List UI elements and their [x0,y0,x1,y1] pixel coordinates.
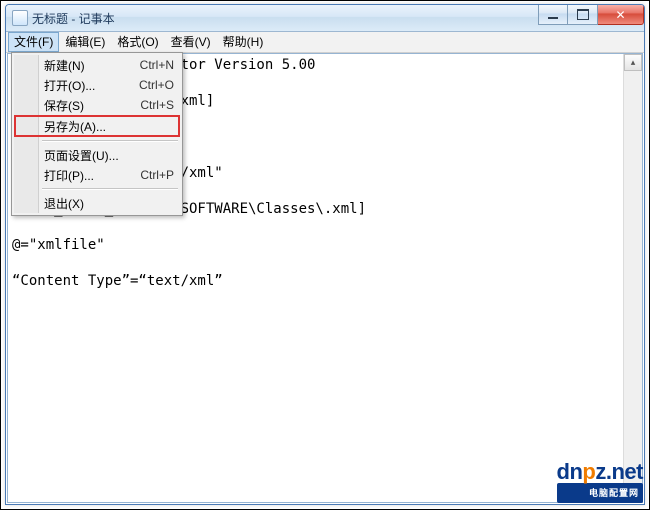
window-controls: ✕ [538,5,644,25]
menu-item-accel: Ctrl+S [140,98,174,112]
menu-item-open[interactable]: 打开(O)... Ctrl+O [14,75,180,95]
menu-view[interactable]: 查看(V) [165,32,217,52]
notepad-icon [12,10,28,26]
file-menu-dropdown: 新建(N) Ctrl+N 打开(O)... Ctrl+O 保存(S) Ctrl+… [11,52,183,216]
vertical-scrollbar[interactable]: ▴ ▾ [623,54,642,502]
scroll-down-arrow[interactable]: ▾ [624,485,642,502]
menu-item-page-setup[interactable]: 页面设置(U)... [14,145,180,165]
notepad-window: 无标题 - 记事本 ✕ 文件(F) 编辑(E) 格式(O) 查看(V) 帮助(H… [5,4,645,505]
minimize-button[interactable] [538,5,568,25]
menu-help[interactable]: 帮助(H) [217,32,270,52]
menu-item-accel: Ctrl+P [140,168,174,182]
close-button[interactable]: ✕ [598,5,644,25]
menu-item-label: 页面设置(U)... [44,147,174,164]
menu-item-print[interactable]: 打印(P)... Ctrl+P [14,165,180,185]
menu-item-label: 另存为(A)... [44,118,172,135]
menu-item-exit[interactable]: 退出(X) [14,193,180,213]
screenshot-frame: 无标题 - 记事本 ✕ 文件(F) 编辑(E) 格式(O) 查看(V) 帮助(H… [0,0,650,510]
menu-item-label: 新建(N) [44,57,140,74]
menu-format[interactable]: 格式(O) [111,32,164,52]
menu-item-new[interactable]: 新建(N) Ctrl+N [14,55,180,75]
menu-item-label: 退出(X) [44,195,174,212]
menubar: 文件(F) 编辑(E) 格式(O) 查看(V) 帮助(H) [6,32,644,53]
menu-separator [42,188,178,190]
scroll-up-arrow[interactable]: ▴ [624,54,642,71]
menu-item-label: 打开(O)... [44,77,139,94]
menu-item-accel: Ctrl+O [139,78,174,92]
menu-item-label: 打印(P)... [44,167,140,184]
menu-item-save-as[interactable]: 另存为(A)... [14,115,180,137]
maximize-button[interactable] [568,5,598,25]
window-title: 无标题 - 记事本 [32,10,115,27]
menu-item-save[interactable]: 保存(S) Ctrl+S [14,95,180,115]
menu-separator [42,140,178,142]
menu-item-accel: Ctrl+N [140,58,174,72]
menu-file[interactable]: 文件(F) [8,32,59,52]
menu-item-label: 保存(S) [44,97,140,114]
titlebar[interactable]: 无标题 - 记事本 ✕ [6,5,644,32]
menu-edit[interactable]: 编辑(E) [59,32,111,52]
